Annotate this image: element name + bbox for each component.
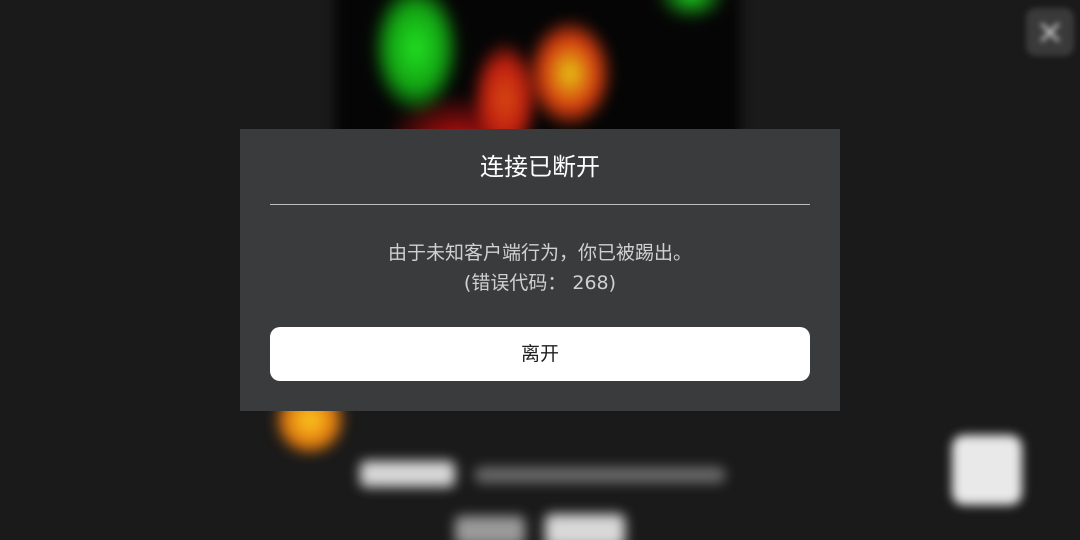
blurred-label bbox=[455, 516, 525, 540]
game-thumbnail bbox=[335, 0, 740, 150]
dialog-title: 连接已断开 bbox=[480, 153, 600, 181]
blurred-button bbox=[952, 435, 1022, 505]
disconnected-dialog: 连接已断开 由于未知客户端行为，你已被踢出。 (错误代码： 268) 离开 bbox=[240, 129, 840, 411]
blurred-text bbox=[475, 467, 725, 483]
dialog-divider bbox=[270, 204, 810, 205]
blurred-label bbox=[360, 461, 455, 487]
game-info-blurred bbox=[360, 455, 725, 495]
game-meta-blurred bbox=[455, 510, 635, 540]
leave-button[interactable]: 离开 bbox=[270, 327, 810, 381]
dialog-message: 由于未知客户端行为，你已被踢出。 (错误代码： 268) bbox=[240, 238, 840, 298]
blurred-text bbox=[545, 514, 625, 540]
message-text: 由于未知客户端行为，你已被踢出。 bbox=[387, 242, 692, 264]
game-screen: × 连接已断开 由于未知客户端行为，你已被踢出。 (错误代码： 268) 离开 bbox=[0, 0, 1080, 540]
error-code: (错误代码： 268) bbox=[463, 272, 617, 294]
close-icon: × bbox=[1026, 8, 1074, 56]
